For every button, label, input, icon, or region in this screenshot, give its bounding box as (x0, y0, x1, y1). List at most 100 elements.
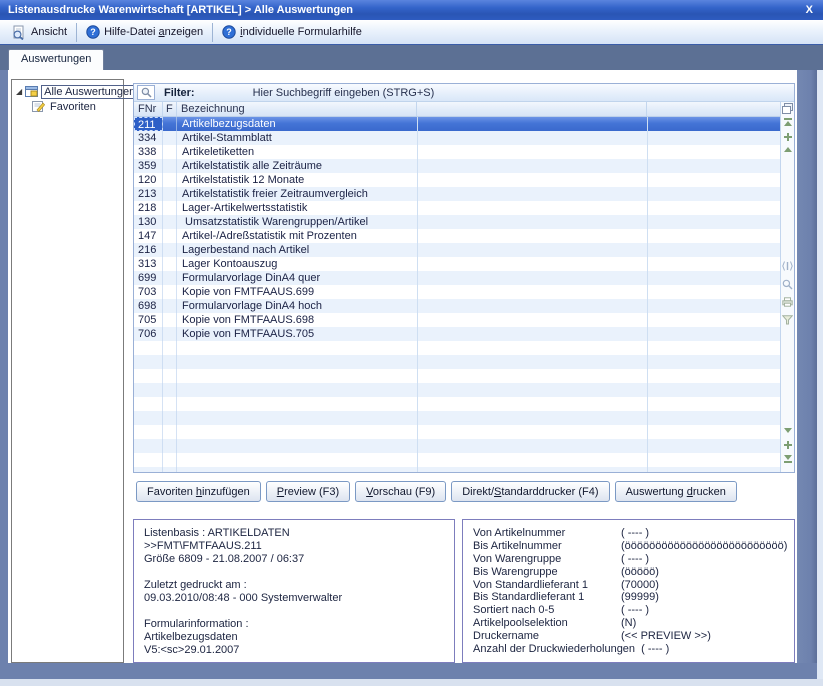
individuelle-formularhilfe-label: individuelle Formularhilfe (240, 26, 362, 38)
window-edge-right (817, 70, 823, 686)
row-bezeichnung: Formularvorlage DinA4 quer (177, 271, 780, 285)
columns-icon[interactable] (781, 261, 794, 271)
table-row[interactable]: 120Artikelstatistik 12 Monate (134, 173, 780, 187)
action-button[interactable]: Favoriten hinzufügen (136, 481, 261, 502)
table-row[interactable]: 699Formularvorlage DinA4 quer (134, 271, 780, 285)
tree-expander-icon[interactable]: ◢ (16, 87, 22, 96)
row-f (163, 145, 177, 159)
tabstrip: Auswertungen (0, 45, 823, 70)
window-title: Listenausdrucke Warenwirtschaft [ARTIKEL… (8, 4, 353, 16)
tree-item-favoriten[interactable]: Favoriten (12, 99, 123, 114)
info-line: >>FMT\FMTFAAUS.211 (144, 540, 444, 553)
row-fnr: 338 (134, 145, 163, 159)
filter-funnel-icon[interactable] (781, 315, 794, 325)
print-icon[interactable] (781, 297, 794, 307)
parameter-value: ( ---- ) (621, 553, 649, 566)
filter-bar[interactable]: Filter: Hier Suchbegriff eingeben (STRG+… (134, 84, 794, 102)
table-row[interactable]: 313Lager Kontoauszug (134, 257, 780, 271)
scroll-page-up-icon[interactable] (781, 133, 794, 141)
row-fnr: 703 (134, 285, 163, 299)
favorites-note-icon (32, 101, 45, 112)
table-row[interactable]: 338 Artikeletiketten (134, 145, 780, 159)
parameter-label: Druckername (473, 630, 621, 643)
row-f (163, 173, 177, 187)
row-fnr: 216 (134, 243, 163, 257)
parameter-row: Bis Standardlieferant 1(99999) (473, 591, 784, 604)
row-f (163, 243, 177, 257)
table-row[interactable]: 211Artikelbezugsdaten (134, 117, 780, 131)
search-icon[interactable] (781, 279, 794, 290)
action-button[interactable]: Direkt/Standarddrucker (F4) (451, 481, 609, 502)
parameter-value: ( ---- ) (621, 604, 649, 617)
parameter-row: Bis Warengruppe(ööööö) (473, 566, 784, 579)
toolbar-separator (212, 23, 213, 42)
action-button[interactable]: Auswertung drucken (615, 481, 737, 502)
column-header-empty[interactable] (647, 102, 780, 116)
column-options-icon[interactable] (781, 103, 794, 114)
column-divider (647, 117, 648, 472)
tab-auswertungen[interactable]: Auswertungen (8, 49, 104, 70)
individuelle-formularhilfe-button[interactable]: ? individuelle Formularhilfe (215, 23, 369, 42)
row-fnr: 218 (134, 201, 163, 215)
row-f (163, 131, 177, 145)
row-fnr: 359 (134, 159, 163, 173)
table-row[interactable]: 706Kopie von FMTFAAUS.705 (134, 327, 780, 341)
action-button[interactable]: Vorschau (F9) (355, 481, 446, 502)
parameter-row: Anzahl der Druckwiederholungen ( ---- ) (473, 643, 784, 656)
ansicht-button[interactable]: Ansicht (4, 23, 74, 42)
info-line: 09.03.2010/08:48 - 000 Systemverwalter (144, 592, 444, 605)
row-fnr: 147 (134, 229, 163, 243)
scroll-down-icon[interactable] (781, 428, 794, 433)
ansicht-label: Ansicht (31, 26, 67, 38)
row-f (163, 117, 177, 131)
row-bezeichnung: Artikelstatistik freier Zeitraumvergleic… (177, 187, 780, 201)
column-header-empty[interactable] (417, 102, 647, 116)
table-row[interactable]: 147 Artikel-/Adreßstatistik mit Prozenten (134, 229, 780, 243)
column-header-f[interactable]: F (163, 102, 177, 116)
scroll-to-top-icon[interactable] (781, 118, 794, 126)
row-bezeichnung: Artikeletiketten (177, 145, 780, 159)
tree-item-label: Favoriten (48, 101, 98, 113)
row-f (163, 187, 177, 201)
row-fnr: 313 (134, 257, 163, 271)
row-bezeichnung: Lagerbestand nach Artikel (177, 243, 780, 257)
table-row[interactable]: 359Artikelstatistik alle Zeiträume (134, 159, 780, 173)
table-row[interactable]: 334Artikel-Stammblatt (134, 131, 780, 145)
row-f (163, 201, 177, 215)
info-line: Artikelbezugsdaten (144, 631, 444, 644)
row-f (163, 285, 177, 299)
row-bezeichnung: Artikel-/Adreßstatistik mit Prozenten (177, 229, 780, 243)
table-row[interactable]: 216 Lagerbestand nach Artikel (134, 243, 780, 257)
parameter-row: Sortiert nach 0-5( ---- ) (473, 604, 784, 617)
column-divider (162, 117, 163, 472)
table-row[interactable]: 213Artikelstatistik freier Zeitraumvergl… (134, 187, 780, 201)
row-bezeichnung: Artikelstatistik 12 Monate (177, 173, 780, 187)
table-scrollbar[interactable] (780, 102, 794, 472)
table-row[interactable]: 705Kopie von FMTFAAUS.698 (134, 313, 780, 327)
parameter-label: Bis Warengruppe (473, 566, 621, 579)
table-body: 211Artikelbezugsdaten334Artikel-Stammbla… (134, 117, 780, 472)
help-circle-icon: ? (222, 25, 236, 39)
scroll-page-down-icon[interactable] (781, 441, 794, 449)
table-row[interactable]: 698Formularvorlage DinA4 hoch (134, 299, 780, 313)
scroll-to-bottom-icon[interactable] (781, 455, 794, 463)
filter-input[interactable]: Hier Suchbegriff eingeben (STRG+S) (253, 87, 435, 99)
window-edge-bottom (0, 679, 823, 686)
tree-item-label: Alle Auswertungen (41, 85, 138, 99)
column-header-bezeichnung[interactable]: Bezeichnung (177, 102, 417, 116)
parameter-row: Von Warengruppe( ---- ) (473, 553, 784, 566)
table-row[interactable]: 130 Umsatzstatistik Warengruppen/Artikel (134, 215, 780, 229)
tree-item-alle-auswertungen[interactable]: ◢ Alle Auswertungen (12, 84, 123, 99)
search-icon (137, 85, 155, 100)
parameter-row: Artikelpoolselektion(N) (473, 617, 784, 630)
table-row[interactable]: 218Lager-Artikelwertsstatistik (134, 201, 780, 215)
table-row[interactable]: 703Kopie von FMTFAAUS.699 (134, 285, 780, 299)
info-line: Formularinformation : (144, 618, 444, 631)
parameter-label: Sortiert nach 0-5 (473, 604, 621, 617)
row-fnr: 706 (134, 327, 163, 341)
column-header-fnr[interactable]: FNr (134, 102, 163, 116)
close-button[interactable]: X (806, 0, 813, 20)
scroll-up-icon[interactable] (781, 147, 794, 152)
action-button[interactable]: Preview (F3) (266, 481, 350, 502)
hilfe-datei-button[interactable]: ? Hilfe-Datei anzeigen (79, 23, 210, 42)
